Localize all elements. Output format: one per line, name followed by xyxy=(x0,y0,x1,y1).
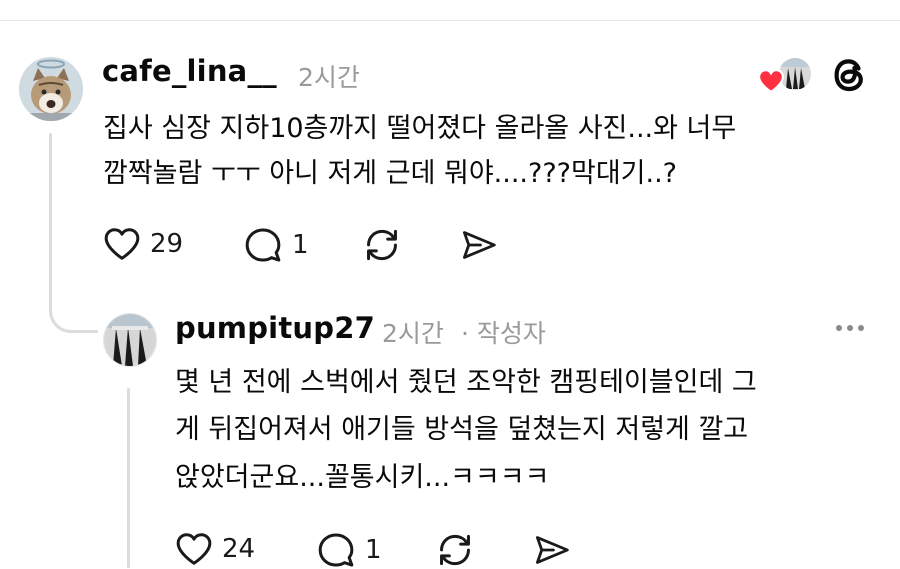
post-reply-count: 1 xyxy=(292,230,309,260)
post-repost-button[interactable] xyxy=(363,226,401,264)
thread-connector-elbow xyxy=(49,280,98,333)
reply-repost-button[interactable] xyxy=(436,531,474,569)
red-heart-badge-icon xyxy=(758,69,784,93)
send-paper-plane-icon xyxy=(462,231,496,259)
heart-outline-icon xyxy=(176,533,212,565)
table-avatar-image xyxy=(104,314,156,366)
threads-logo-icon[interactable] xyxy=(829,55,869,95)
post-timestamp: 2시간 xyxy=(298,63,360,92)
post-text-line-2: 깜짝놀람 ㅜㅜ 아니 저게 근데 뭐야....???막대기..? xyxy=(103,158,678,189)
post-text-line-1: 집사 심장 지하10층까지 떨어졌다 올라올 사진...와 너무 xyxy=(103,113,737,144)
reply-share-button[interactable] xyxy=(533,533,571,567)
reply-reply-count: 1 xyxy=(365,535,382,565)
reply-author-tag: · 작성자 xyxy=(461,319,546,348)
reply-text-line-1: 몇 년 전에 스벅에서 줬던 조악한 캠핑테이블인데 그 xyxy=(175,367,757,398)
reply-text-line-3: 앉았더군요...꼴통시키...ㅋㅋㅋㅋ xyxy=(175,462,550,493)
reply-text-line-2: 게 뒤집어져서 애기들 방석을 덮쳤는지 저렇게 깔고 xyxy=(175,414,749,445)
post-share-button[interactable] xyxy=(460,228,498,262)
cat-avatar-image xyxy=(19,57,83,121)
heart-outline-icon xyxy=(104,228,140,260)
send-paper-plane-icon xyxy=(535,536,569,564)
reply-like-button[interactable]: 24 xyxy=(175,531,255,567)
post-reply-button[interactable]: 1 xyxy=(243,226,309,264)
reply-thread-line xyxy=(127,388,130,568)
repost-arrows-icon xyxy=(440,534,470,566)
reply-username[interactable]: pumpitup27 xyxy=(175,311,375,345)
reply-author-avatar[interactable] xyxy=(103,313,157,367)
post-like-button[interactable]: 29 xyxy=(103,226,183,262)
reply-reply-button[interactable]: 1 xyxy=(316,531,382,569)
top-divider xyxy=(0,20,900,21)
post-author-avatar[interactable] xyxy=(19,57,83,121)
repost-arrows-icon xyxy=(367,229,397,261)
reply-like-count: 24 xyxy=(222,534,256,564)
reply-timestamp: 2시간 xyxy=(382,319,444,348)
speech-bubble-icon xyxy=(318,533,354,567)
post-like-count: 29 xyxy=(150,229,184,259)
thread-connector-line xyxy=(49,133,52,283)
post-username[interactable]: cafe_lina__ xyxy=(102,54,277,88)
more-dots-icon[interactable] xyxy=(836,325,864,331)
speech-bubble-icon xyxy=(245,228,281,262)
